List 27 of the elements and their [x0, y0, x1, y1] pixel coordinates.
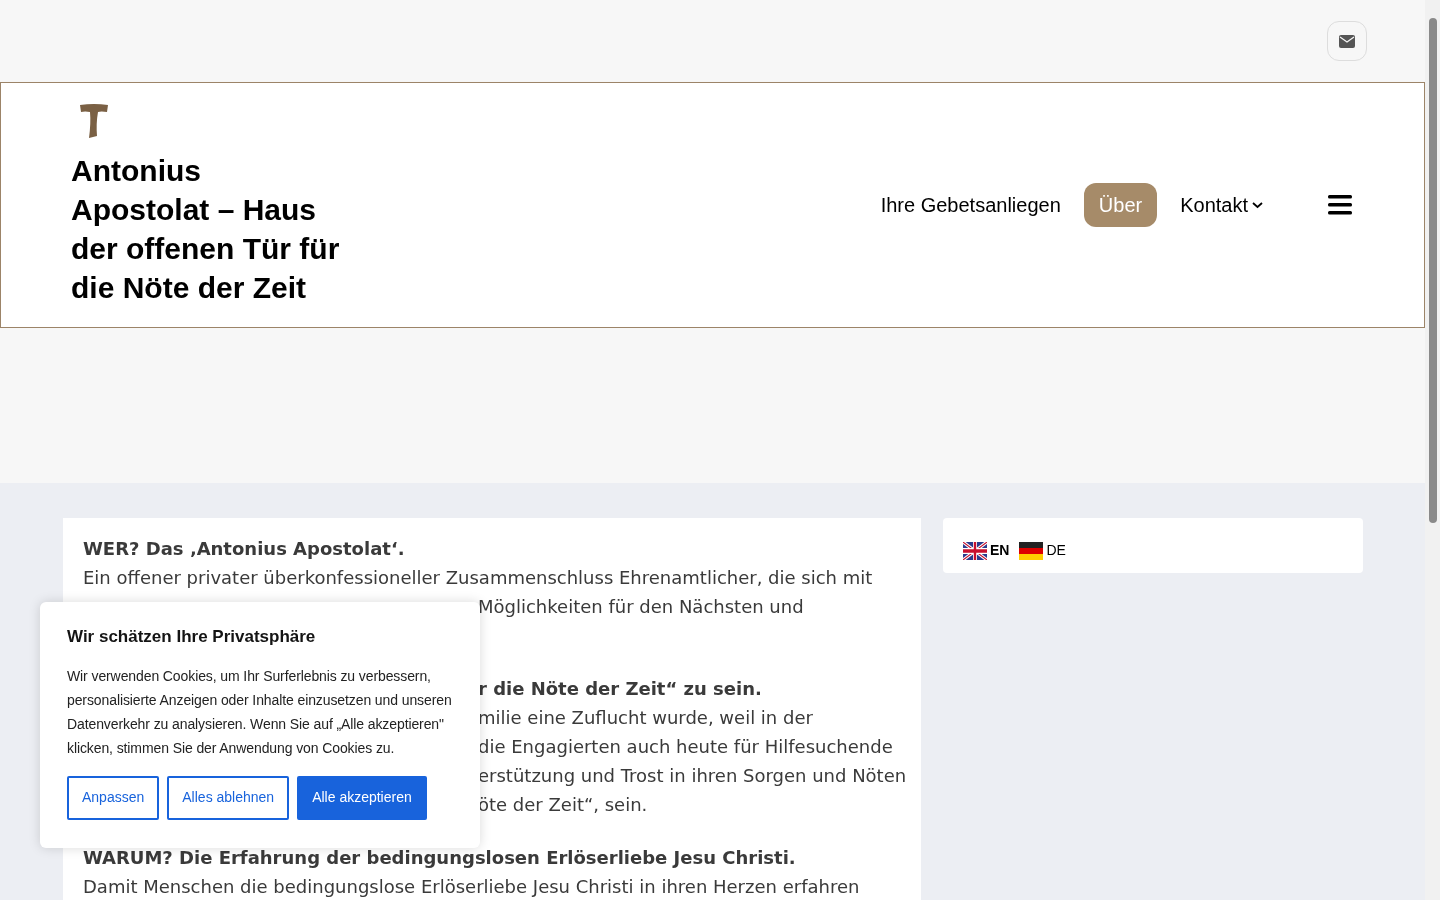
tau-cross-logo[interactable] — [79, 103, 109, 141]
nav-link[interactable]: Kontakt — [1165, 183, 1278, 227]
cookie-button[interactable]: Alles ablehnen — [167, 775, 290, 820]
flag-icon — [1019, 541, 1044, 560]
section-heading: r die Nöte der Zeit“ zu sein. — [478, 678, 762, 699]
language-link[interactable]: DE — [1019, 540, 1066, 561]
cookie-text: Wir verwenden Cookies, um Ihr Surferlebnis zu verbessern, personalisierte Anzeigen oder Inhalte einzusetzen und unseren Datenverkehr zu analysieren. Wenn Sie auf „Alle akzeptieren" klicken, stimmen Sie der Anwendung von Cookies zu. — [67, 666, 453, 758]
section-heading: WER? Das ‚Antonius Apostolat‘. — [83, 537, 406, 561]
cookie-title: Wir schätzen Ihre Privatsphäre — [67, 626, 317, 648]
body-text: Möglichkeiten für den Nächsten und — [478, 596, 804, 617]
body-text: Ein offener privater überkonfessioneller Zusammenschluss Ehrenamtlicher, die sich mit — [83, 566, 874, 590]
cookie-button[interactable]: Anpassen — [67, 775, 160, 820]
body-text: milie eine Zuflucht wurde, weil in der — [478, 707, 813, 728]
body-text: Damit Menschen die bedingungslose Erlöserliebe Jesu Christi in ihren Herzen erfahren — [83, 875, 861, 899]
scrollbar[interactable] — [1425, 0, 1440, 900]
envelope-icon — [1339, 34, 1355, 48]
language-link[interactable]: EN — [963, 540, 1010, 561]
menu-icon[interactable] — [1328, 194, 1352, 216]
site-title[interactable]: Antonius Apostolat – Haus der offenen Tür für die Nöte der Zeit — [71, 151, 343, 307]
cookie-button[interactable]: Alle akzeptieren — [297, 775, 427, 820]
email-button[interactable] — [1327, 21, 1367, 61]
flag-icon — [963, 541, 987, 560]
body-text: öte der Zeit“, sein. — [478, 794, 648, 815]
body-text: die Engagierten auch heute für Hilfesuchende — [478, 736, 893, 757]
nav-link[interactable]: Ihre Gebetsanliegen — [865, 183, 1076, 227]
section-heading: WARUM? Die Erfahrung der bedingungslosen Erlöserliebe Jesu Christi. — [83, 846, 797, 870]
body-text: erstützung und Trost in ihren Sorgen und Nöten — [478, 765, 907, 786]
